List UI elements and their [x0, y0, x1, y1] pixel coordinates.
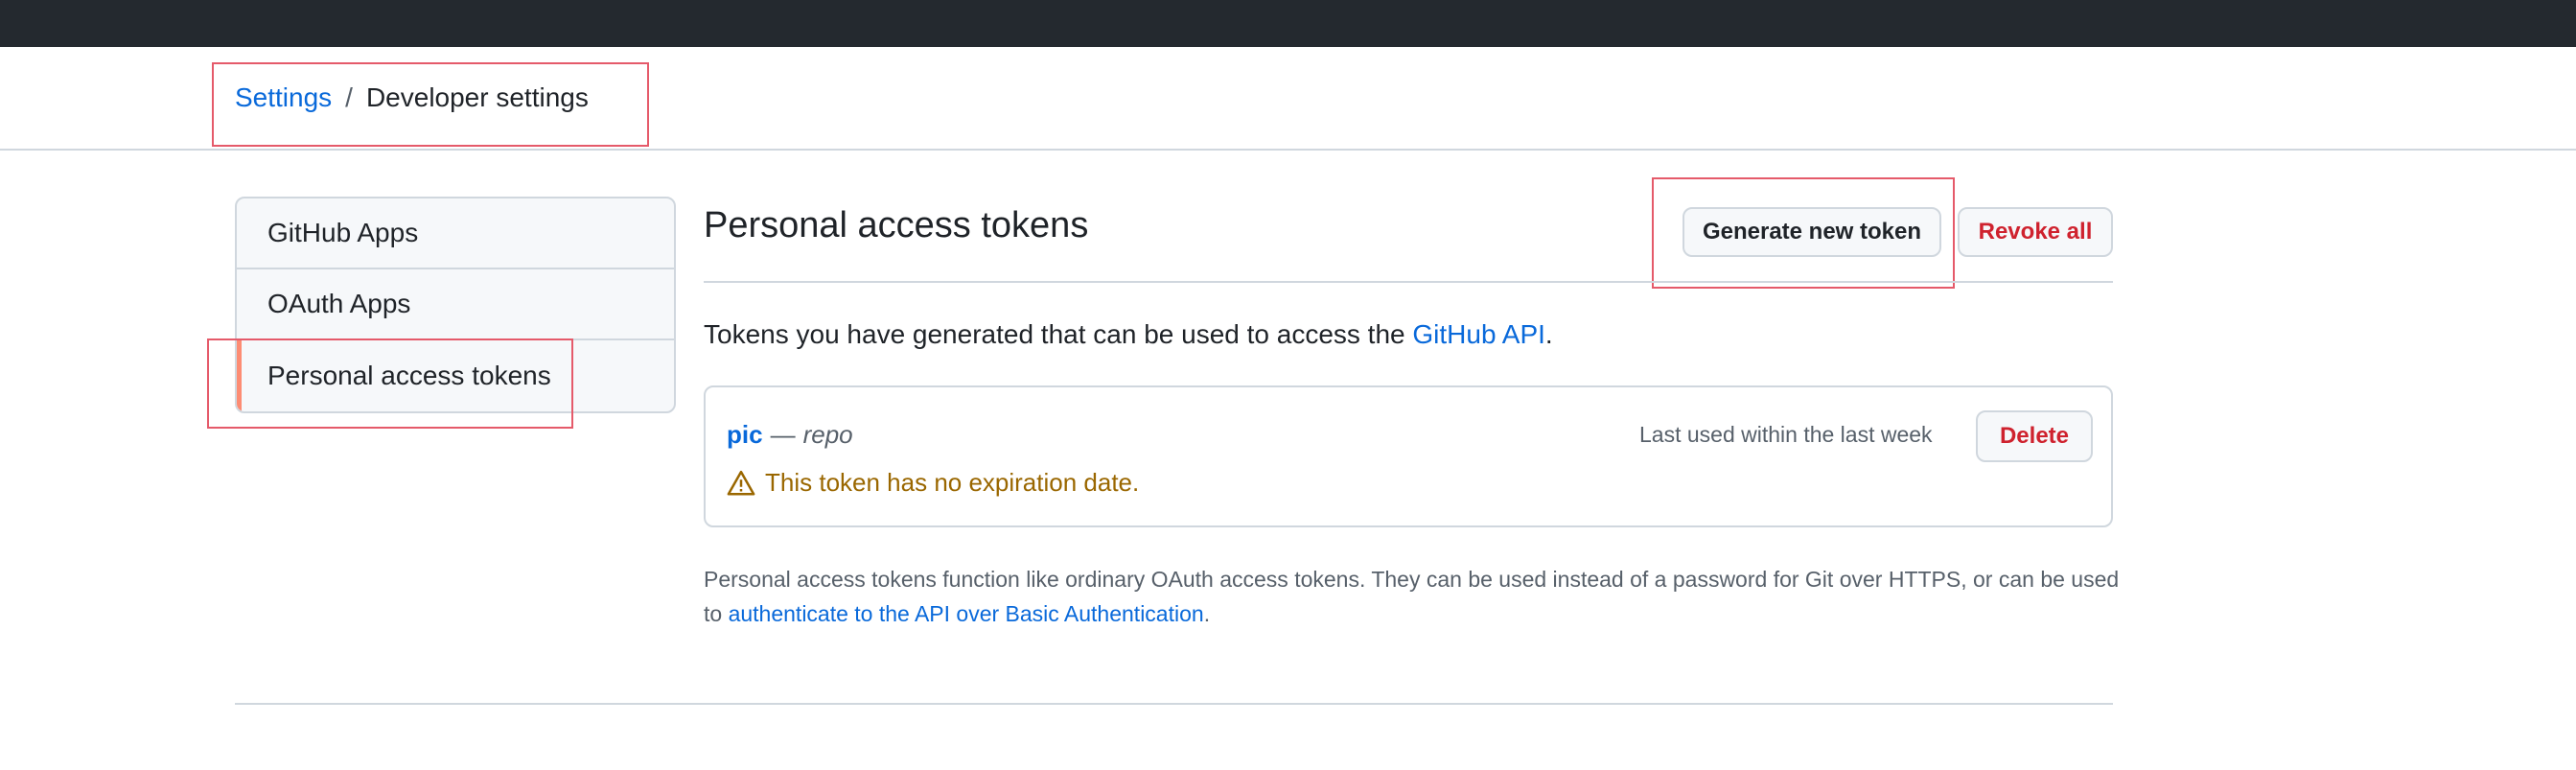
token-info-note: Personal access tokens function like ord… — [704, 562, 2123, 631]
token-list-item: pic — repo Last used within the last wee… — [704, 385, 2113, 527]
breadcrumb-settings-link[interactable]: Settings — [235, 82, 332, 113]
intro-text-end: . — [1544, 319, 1553, 349]
sidebar-item-label: OAuth Apps — [267, 289, 411, 318]
sidebar-item-label: GitHub Apps — [267, 218, 419, 247]
note-end: . — [1203, 601, 1211, 626]
github-api-link[interactable]: GitHub API — [1412, 319, 1545, 349]
basic-auth-link[interactable]: authenticate to the API over Basic Authe… — [729, 601, 1204, 626]
sidebar-item-oauth-apps[interactable]: OAuth Apps — [237, 269, 674, 340]
breadcrumb-current: Developer settings — [365, 82, 589, 112]
alert-triangle-icon — [727, 470, 755, 495]
token-name-link[interactable]: pic — [727, 420, 763, 450]
top-navigation-bar — [0, 0, 2576, 47]
token-dash: — — [770, 420, 796, 449]
sidebar-item-label: Personal access tokens — [267, 361, 551, 390]
footer-divider — [235, 703, 2113, 705]
sidebar-item-personal-access-tokens[interactable]: Personal access tokens — [237, 340, 674, 411]
page-title: Personal access tokens — [704, 205, 1089, 245]
title-divider — [704, 281, 2113, 283]
revoke-all-button[interactable]: Revoke all — [1958, 207, 2113, 257]
delete-token-button[interactable]: Delete — [1976, 410, 2093, 462]
sidebar-item-github-apps[interactable]: GitHub Apps — [237, 198, 674, 269]
token-header: pic — repo — [727, 420, 853, 450]
token-expiration-warning: This token has no expiration date. — [727, 468, 1139, 498]
breadcrumb: Settings / Developer settings — [235, 82, 589, 113]
token-last-used: Last used within the last week — [1639, 422, 1933, 447]
breadcrumb-separator: / — [345, 82, 353, 112]
generate-new-token-button[interactable]: Generate new token — [1683, 207, 1941, 257]
token-warning-text: This token has no expiration date. — [765, 468, 1140, 497]
intro-text-body: Tokens you have generated that can be us… — [704, 319, 1413, 349]
token-scope: repo — [802, 420, 853, 449]
intro-text: Tokens you have generated that can be us… — [704, 319, 1553, 350]
settings-sidebar: GitHub Apps OAuth Apps Personal access t… — [235, 197, 676, 413]
